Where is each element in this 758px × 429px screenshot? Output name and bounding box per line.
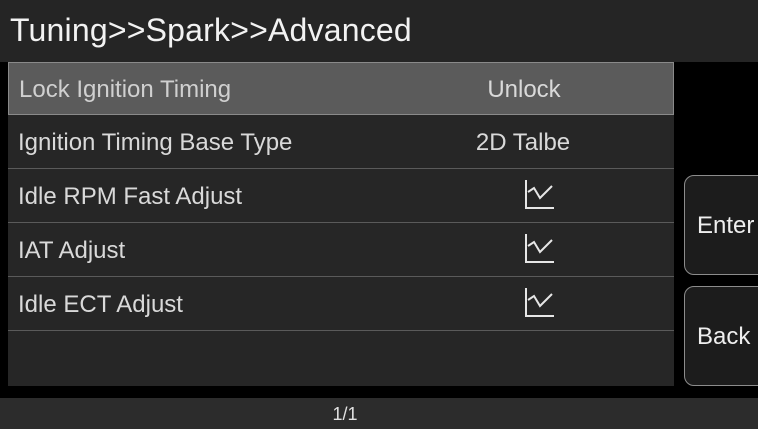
title-bar: Tuning>>Spark>>Advanced	[0, 0, 758, 62]
empty-row	[8, 332, 674, 385]
footer-bar: 1/1	[0, 398, 758, 429]
row-label: Idle ECT Adjust	[18, 291, 183, 318]
back-button-label: Back	[697, 323, 751, 350]
row-value: 2D Talbe	[475, 129, 571, 156]
row-label: Idle RPM Fast Adjust	[18, 183, 243, 210]
row-label: IAT Adjust	[18, 237, 126, 264]
settings-list: Lock Ignition Timing Unlock Ignition Tim…	[8, 62, 674, 386]
back-button[interactable]: Back	[684, 286, 758, 386]
row-lock-ignition-timing[interactable]: Lock Ignition Timing Unlock	[8, 62, 674, 115]
enter-button-label: Enter	[697, 212, 755, 239]
line-chart-icon[interactable]	[520, 232, 556, 266]
line-chart-icon[interactable]	[520, 286, 556, 320]
row-idle-ect-adjust[interactable]: Idle ECT Adjust	[8, 278, 674, 331]
row-value: Unlock	[487, 76, 561, 103]
row-label: Ignition Timing Base Type	[18, 129, 293, 156]
breadcrumb-title: Tuning>>Spark>>Advanced	[10, 12, 412, 48]
page-indicator: 1/1	[332, 404, 358, 424]
line-chart-icon[interactable]	[520, 178, 556, 212]
enter-button[interactable]: Enter	[684, 175, 758, 275]
row-idle-rpm-fast-adjust[interactable]: Idle RPM Fast Adjust	[8, 170, 674, 223]
row-iat-adjust[interactable]: IAT Adjust	[8, 224, 674, 277]
row-label: Lock Ignition Timing	[19, 76, 232, 103]
row-ignition-timing-base-type[interactable]: Ignition Timing Base Type 2D Talbe	[8, 116, 674, 169]
